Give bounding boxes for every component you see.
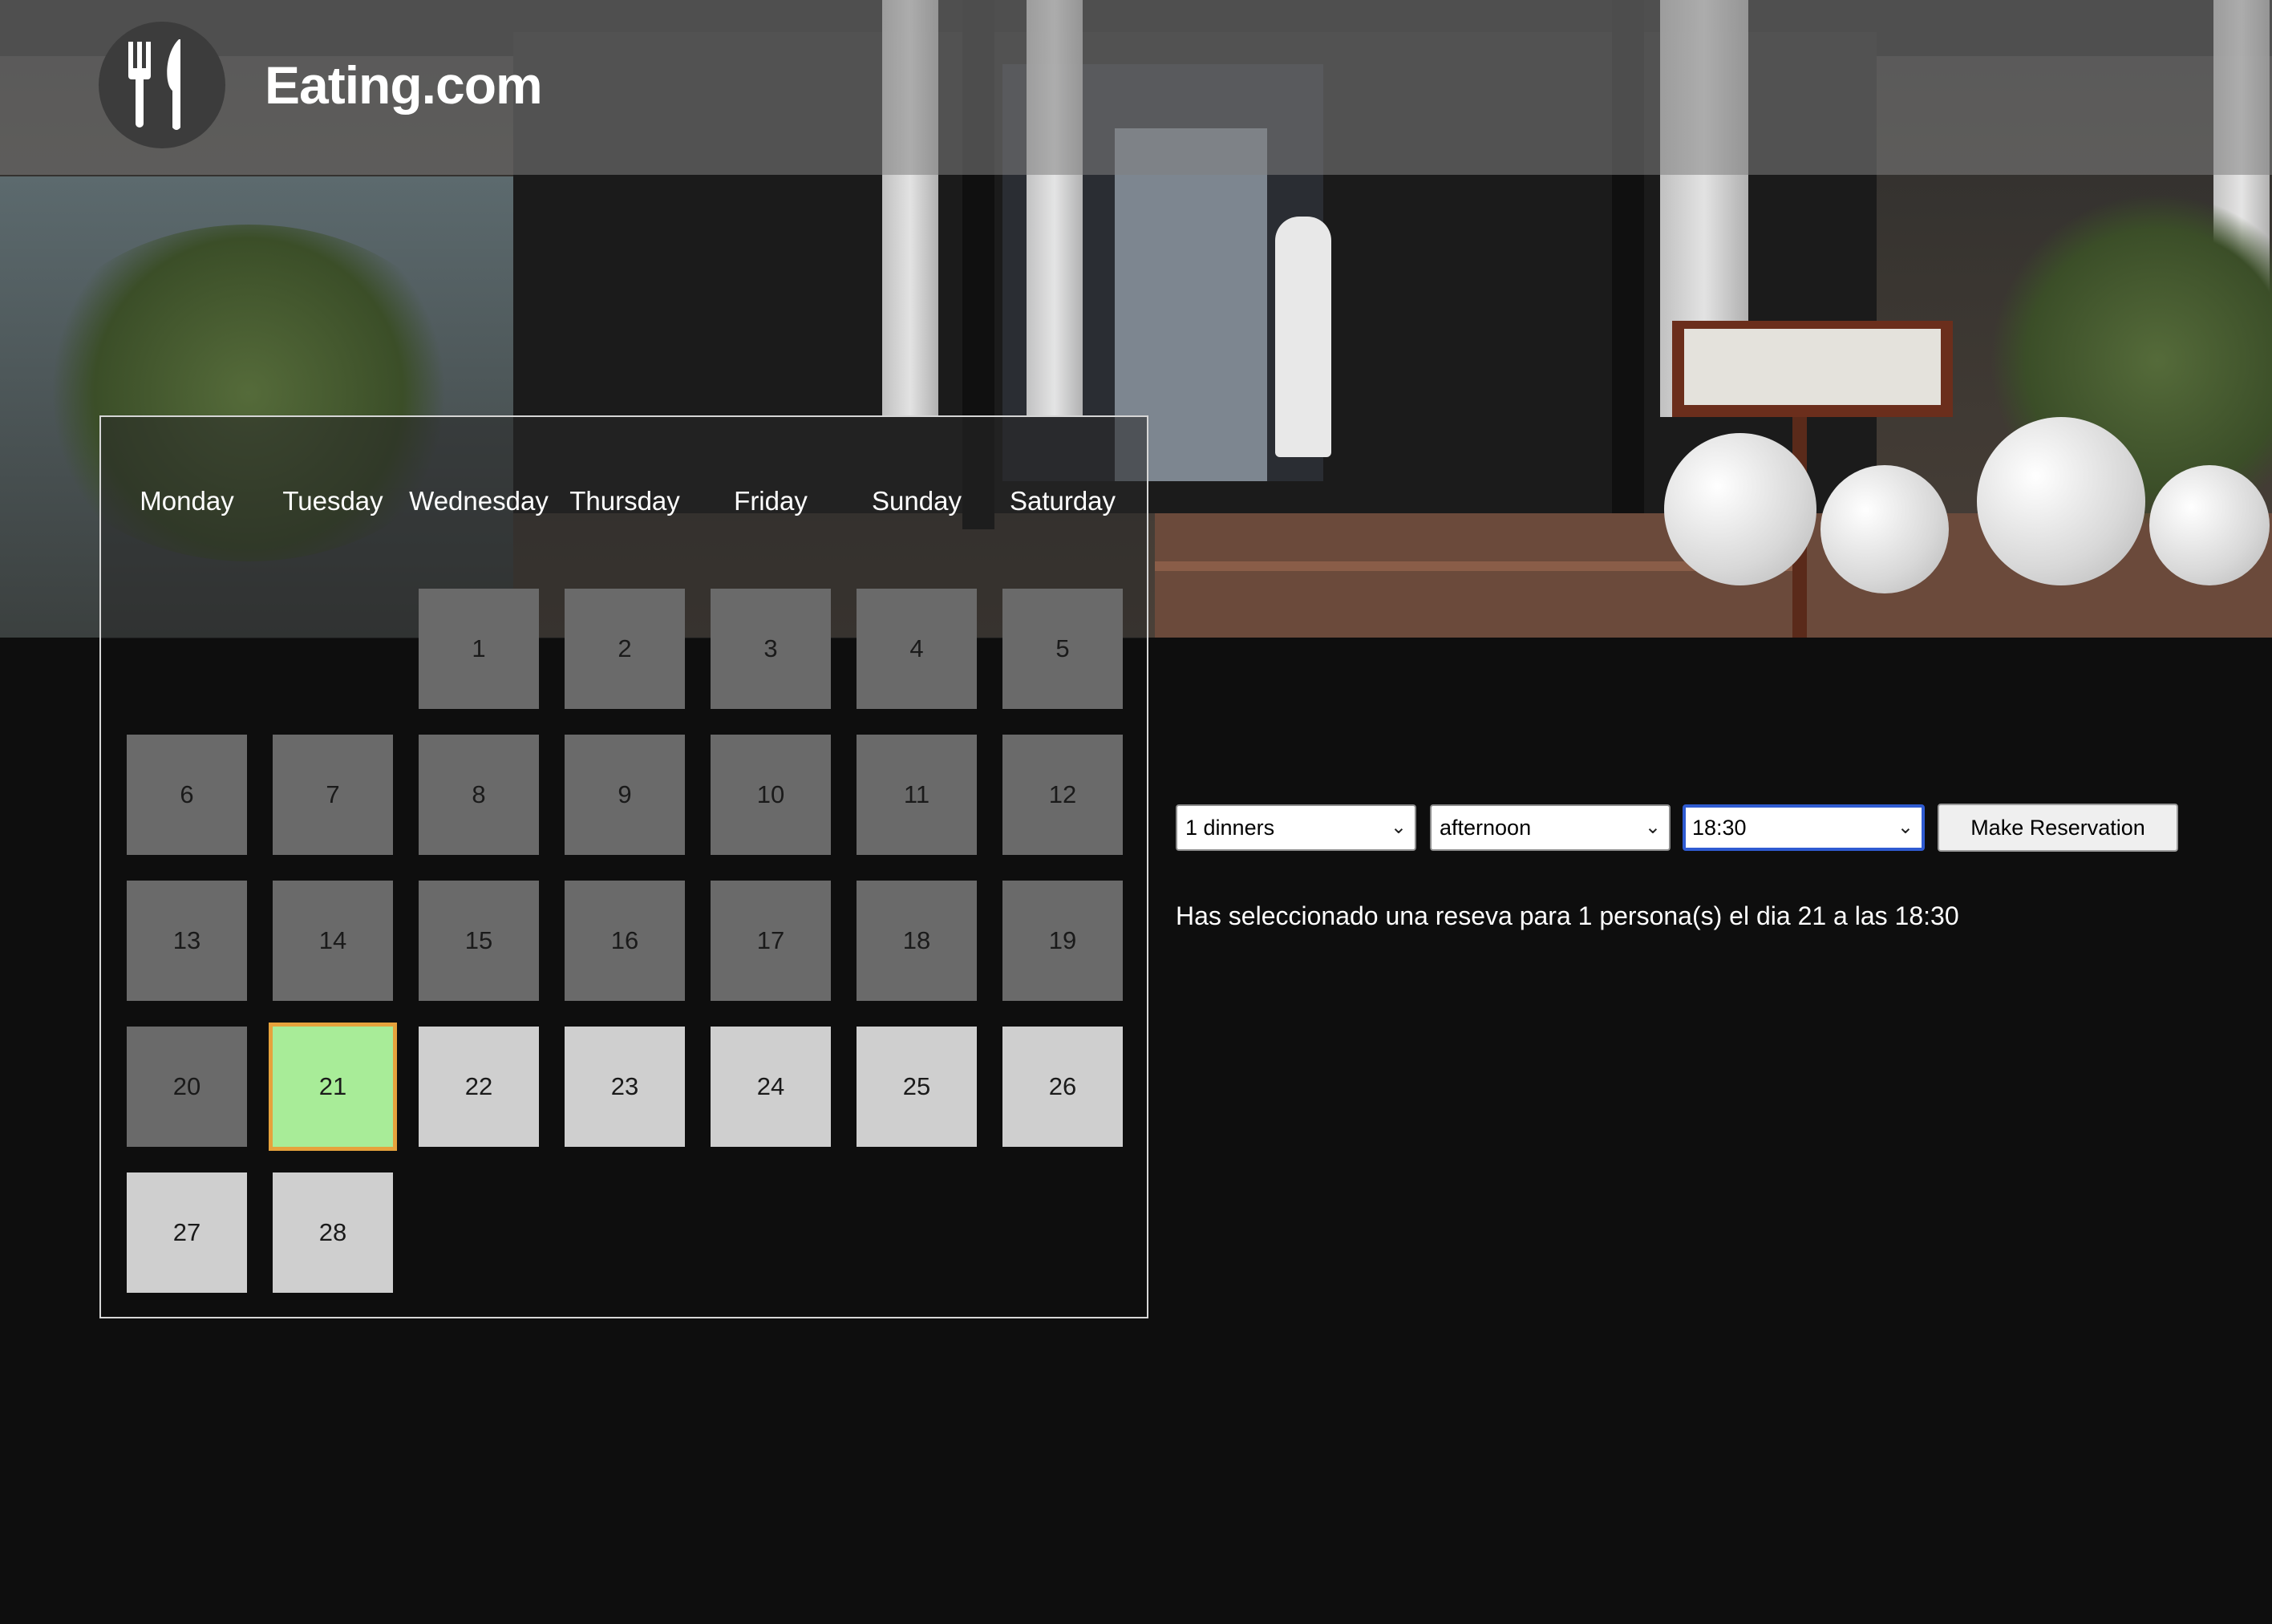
calendar-day-20[interactable]: 20 [127, 1027, 247, 1147]
calendar-day-10[interactable]: 10 [711, 735, 831, 855]
weekday-label: Saturday [1009, 486, 1116, 516]
period-select-value: afternoon [1440, 816, 1532, 840]
calendar-day-15[interactable]: 15 [419, 881, 539, 1001]
diners-select-value: 1 dinners [1185, 816, 1275, 840]
calendar-day-8[interactable]: 8 [419, 735, 539, 855]
calendar-day-18[interactable]: 18 [857, 881, 977, 1001]
make-reservation-button[interactable]: Make Reservation [1938, 804, 2178, 852]
calendar [99, 415, 1148, 1318]
calendar-day-23[interactable]: 23 [565, 1027, 685, 1147]
weekday-label: Friday [734, 486, 808, 516]
calendar-day-4[interactable]: 4 [857, 589, 977, 709]
calendar-day-2[interactable]: 2 [565, 589, 685, 709]
calendar-day-7[interactable]: 7 [273, 735, 393, 855]
calendar-day-22[interactable]: 22 [419, 1027, 539, 1147]
calendar-day-5[interactable]: 5 [1002, 589, 1123, 709]
weekday-label: Wednesday [409, 486, 549, 516]
calendar-day-13[interactable]: 13 [127, 881, 247, 1001]
brand-name[interactable]: Eating.com [265, 55, 543, 115]
calendar-day-21[interactable]: 21 [269, 1023, 397, 1151]
weekday-label: Thursday [569, 486, 680, 516]
reservation-summary: Has seleccionado una reseva para 1 perso… [1176, 901, 1959, 930]
calendar-day-25[interactable]: 25 [857, 1027, 977, 1147]
calendar-day-26[interactable]: 26 [1002, 1027, 1123, 1147]
time-select-value: 18:30 [1692, 816, 1747, 840]
period-select[interactable]: afternoon ⌄ [1430, 804, 1671, 851]
calendar-day-17[interactable]: 17 [711, 881, 831, 1001]
calendar-day-12[interactable]: 12 [1002, 735, 1123, 855]
calendar-day-9[interactable]: 9 [565, 735, 685, 855]
weekday-label: Monday [140, 486, 234, 516]
calendar-day-16[interactable]: 16 [565, 881, 685, 1001]
time-select[interactable]: 18:30 ⌄ [1683, 804, 1925, 851]
calendar-day-1[interactable]: 1 [419, 589, 539, 709]
chevron-down-icon: ⌄ [1897, 816, 1914, 838]
calendar-day-3[interactable]: 3 [711, 589, 831, 709]
calendar-day-19[interactable]: 19 [1002, 881, 1123, 1001]
calendar-day-28[interactable]: 28 [273, 1172, 393, 1293]
chevron-down-icon: ⌄ [1644, 816, 1661, 838]
calendar-day-14[interactable]: 14 [273, 881, 393, 1001]
calendar-day-27[interactable]: 27 [127, 1172, 247, 1293]
weekday-label: Sunday [872, 486, 962, 516]
fork-knife-icon[interactable] [99, 22, 225, 148]
calendar-day-11[interactable]: 11 [857, 735, 977, 855]
weekday-label: Tuesday [282, 486, 383, 516]
calendar-day-24[interactable]: 24 [711, 1027, 831, 1147]
calendar-day-6[interactable]: 6 [127, 735, 247, 855]
chevron-down-icon: ⌄ [1390, 816, 1407, 838]
diners-select[interactable]: 1 dinners ⌄ [1176, 804, 1416, 851]
